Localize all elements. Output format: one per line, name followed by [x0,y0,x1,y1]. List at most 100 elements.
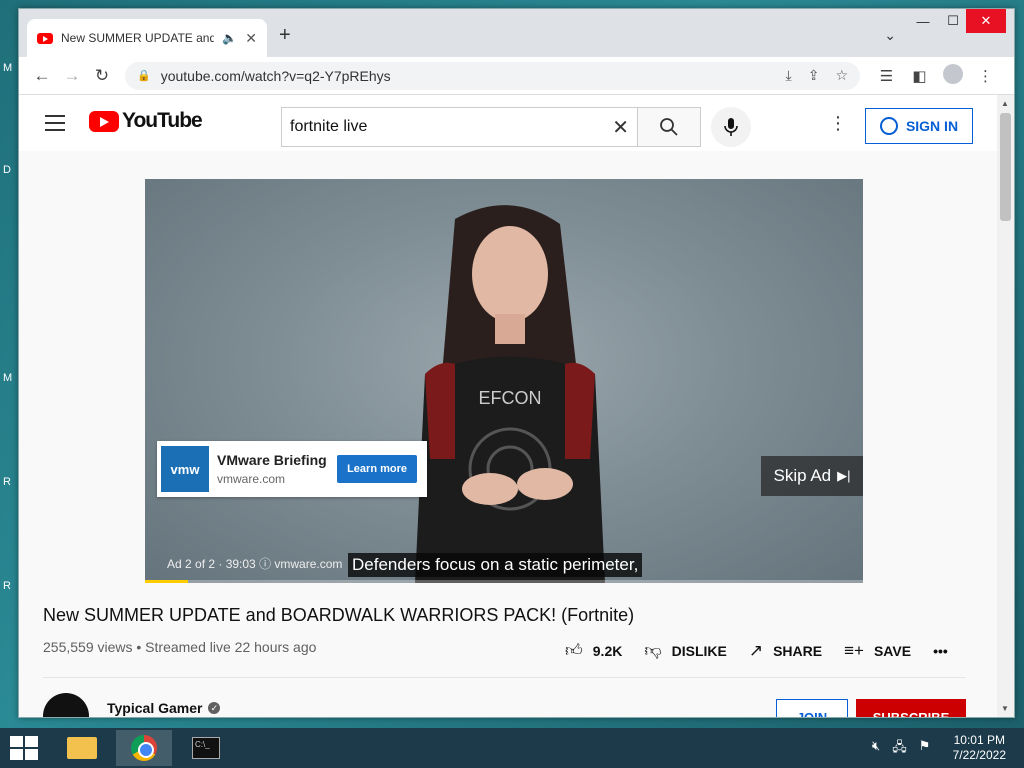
youtube-wordmark: YouTube [122,109,203,132]
skip-ad-button[interactable]: Skip Ad ▶| [761,456,863,496]
browser-tab[interactable]: New SUMMER UPDATE and / 🔈 ✕ [27,19,267,57]
side-panel-icon[interactable]: ◧ [903,67,936,85]
tab-strip: New SUMMER UPDATE and / 🔈 ✕ + ⌄ — ☐ ✕ [19,9,1014,57]
scroll-up-icon[interactable]: ▲ [1001,99,1009,108]
divider [43,677,966,678]
ad-progress-fill [145,580,189,583]
tab-title: New SUMMER UPDATE and / [61,31,215,45]
browser-window: New SUMMER UPDATE and / 🔈 ✕ + ⌄ — ☐ ✕ ← … [18,8,1015,718]
tab-search-icon[interactable]: ⌄ [884,27,896,44]
desktop-label: R [3,580,11,592]
forward-icon[interactable]: → [57,66,87,86]
search-value[interactable]: fortnite live [290,118,612,136]
voice-search-button[interactable] [711,107,751,147]
bookmark-star-icon[interactable]: ☆ [835,67,848,84]
learn-more-button[interactable]: Learn more [337,455,417,483]
scroll-down-icon[interactable]: ▼ [1001,704,1009,713]
taskbar-command-prompt[interactable]: C:\_ [178,730,234,766]
clear-search-icon[interactable]: ✕ [612,115,629,140]
youtube-page: YouTube fortnite live ✕ ⋮ SIGN IN EFCON … [19,95,999,717]
channel-name[interactable]: Typical Gamer ✓ [107,700,221,716]
youtube-logo[interactable]: YouTube [89,109,203,133]
close-window-button[interactable]: ✕ [966,9,1006,33]
ad-domain: vmware.com [217,472,286,486]
ad-title: VMware Briefing [217,452,327,468]
share-label: SHARE [773,642,823,659]
clock-time: 10:01 PM [953,733,1005,747]
share-button[interactable]: ↗ SHARE [749,641,822,661]
video-player[interactable]: EFCON vmw VMware Briefing vmware.com Lea… [145,179,863,583]
network-icon[interactable]: 🖧 [892,738,907,760]
taskbar: C:\_ 🔇︎ 🖧 ⚑ 10:01 PM 7/22/2022 [0,728,1024,768]
address-bar[interactable]: 🔒 youtube.com/watch?v=q2-Y7pREhys ⤓ ⇪ ☆ [125,61,860,90]
search-input[interactable]: fortnite live ✕ [281,107,637,147]
presenter-image: EFCON [415,205,605,583]
subscribe-button[interactable]: SUBSCRIBE [856,699,966,717]
page-scrollbar[interactable]: ▲ ▼ [997,95,1014,717]
ad-meta: Ad 2 of 2 · 39:03 ⓘ vmware.com [167,557,343,571]
sign-in-label: SIGN IN [905,118,959,134]
notification-icon[interactable]: ⚑ [919,738,931,760]
vmware-logo: vmw [161,446,209,492]
minimize-button[interactable]: — [906,9,940,33]
thumbs-down-icon: 👎︎ [644,641,662,660]
menu-kebab-icon[interactable]: ⋮ [969,67,1002,85]
sign-in-button[interactable]: SIGN IN [865,108,973,144]
thumbs-up-icon: 👍︎ [565,641,583,660]
account-icon [879,117,898,135]
youtube-favicon-icon [37,32,53,44]
share-icon[interactable]: ⇪ [808,67,820,84]
desktop-label: R [3,476,11,488]
chrome-icon [131,735,157,761]
more-actions-icon[interactable]: ••• [933,643,948,659]
save-label: SAVE [873,642,912,659]
caption-text: Defenders focus on a static perimeter, [348,553,643,577]
save-button[interactable]: ≡+ SAVE [844,641,911,661]
skip-next-icon: ▶| [837,468,851,483]
playlist-add-icon: ≡+ [844,640,864,660]
scrollbar-thumb[interactable] [1000,113,1011,221]
taskbar-file-explorer[interactable] [54,730,110,766]
ad-overlay-card[interactable]: vmw VMware Briefing vmware.com Learn mor… [157,441,427,497]
taskbar-chrome[interactable] [116,730,172,766]
terminal-icon: C:\_ [192,737,220,759]
youtube-play-icon [89,110,119,132]
channel-avatar[interactable] [43,693,89,717]
speaker-icon[interactable]: 🔈 [222,31,237,45]
like-button[interactable]: 👍︎ 9.2K [565,640,622,661]
dislike-button[interactable]: 👎︎ DISLIKE [644,640,727,661]
back-icon[interactable]: ← [27,66,57,86]
start-windows-icon[interactable] [10,736,38,760]
skip-ad-label: Skip Ad [773,466,832,485]
video-actions: 👍︎ 9.2K 👎︎ DISLIKE ↗ SHARE ≡+ SAVE ••• [565,640,970,661]
install-icon[interactable]: ⤓ [786,67,792,84]
browser-toolbar: ← → ↻ 🔒 youtube.com/watch?v=q2-Y7pREhys … [19,57,1014,95]
svg-text:EFCON: EFCON [479,388,542,408]
new-tab-button[interactable]: + [279,24,291,47]
like-count: 9.2K [592,642,623,659]
maximize-button[interactable]: ☐ [936,9,970,33]
profile-icon[interactable] [936,63,969,88]
url-text[interactable]: youtube.com/watch?v=q2-Y7pREhys [161,68,770,84]
reading-list-icon[interactable]: ☰ [870,67,903,85]
desktop-label: M [3,62,13,74]
video-title: New SUMMER UPDATE and BOARDWALK WARRIORS… [43,605,635,625]
volume-muted-icon[interactable]: 🔇︎ [872,738,880,760]
youtube-header: YouTube fortnite live ✕ ⋮ SIGN IN [19,95,999,151]
desktop-label: M [3,372,13,384]
search-icon [660,118,678,136]
reload-icon[interactable]: ↻ [87,66,117,86]
verified-check-icon: ✓ [208,702,221,714]
close-tab-icon[interactable]: ✕ [245,30,257,47]
settings-kebab-icon[interactable]: ⋮ [829,113,847,134]
system-tray: 🔇︎ 🖧 ⚑ [872,738,930,760]
lock-icon[interactable]: 🔒 [137,69,151,82]
clock[interactable]: 10:01 PM 7/22/2022 [953,733,1006,763]
ad-progress-bar[interactable] [145,580,863,583]
join-button[interactable]: JOIN [776,699,848,717]
channel-name-text: Typical Gamer [107,700,203,716]
hamburger-menu-icon[interactable] [45,115,65,136]
search-button[interactable] [637,107,701,147]
desktop-label: D [3,164,11,176]
folder-icon [67,737,97,759]
